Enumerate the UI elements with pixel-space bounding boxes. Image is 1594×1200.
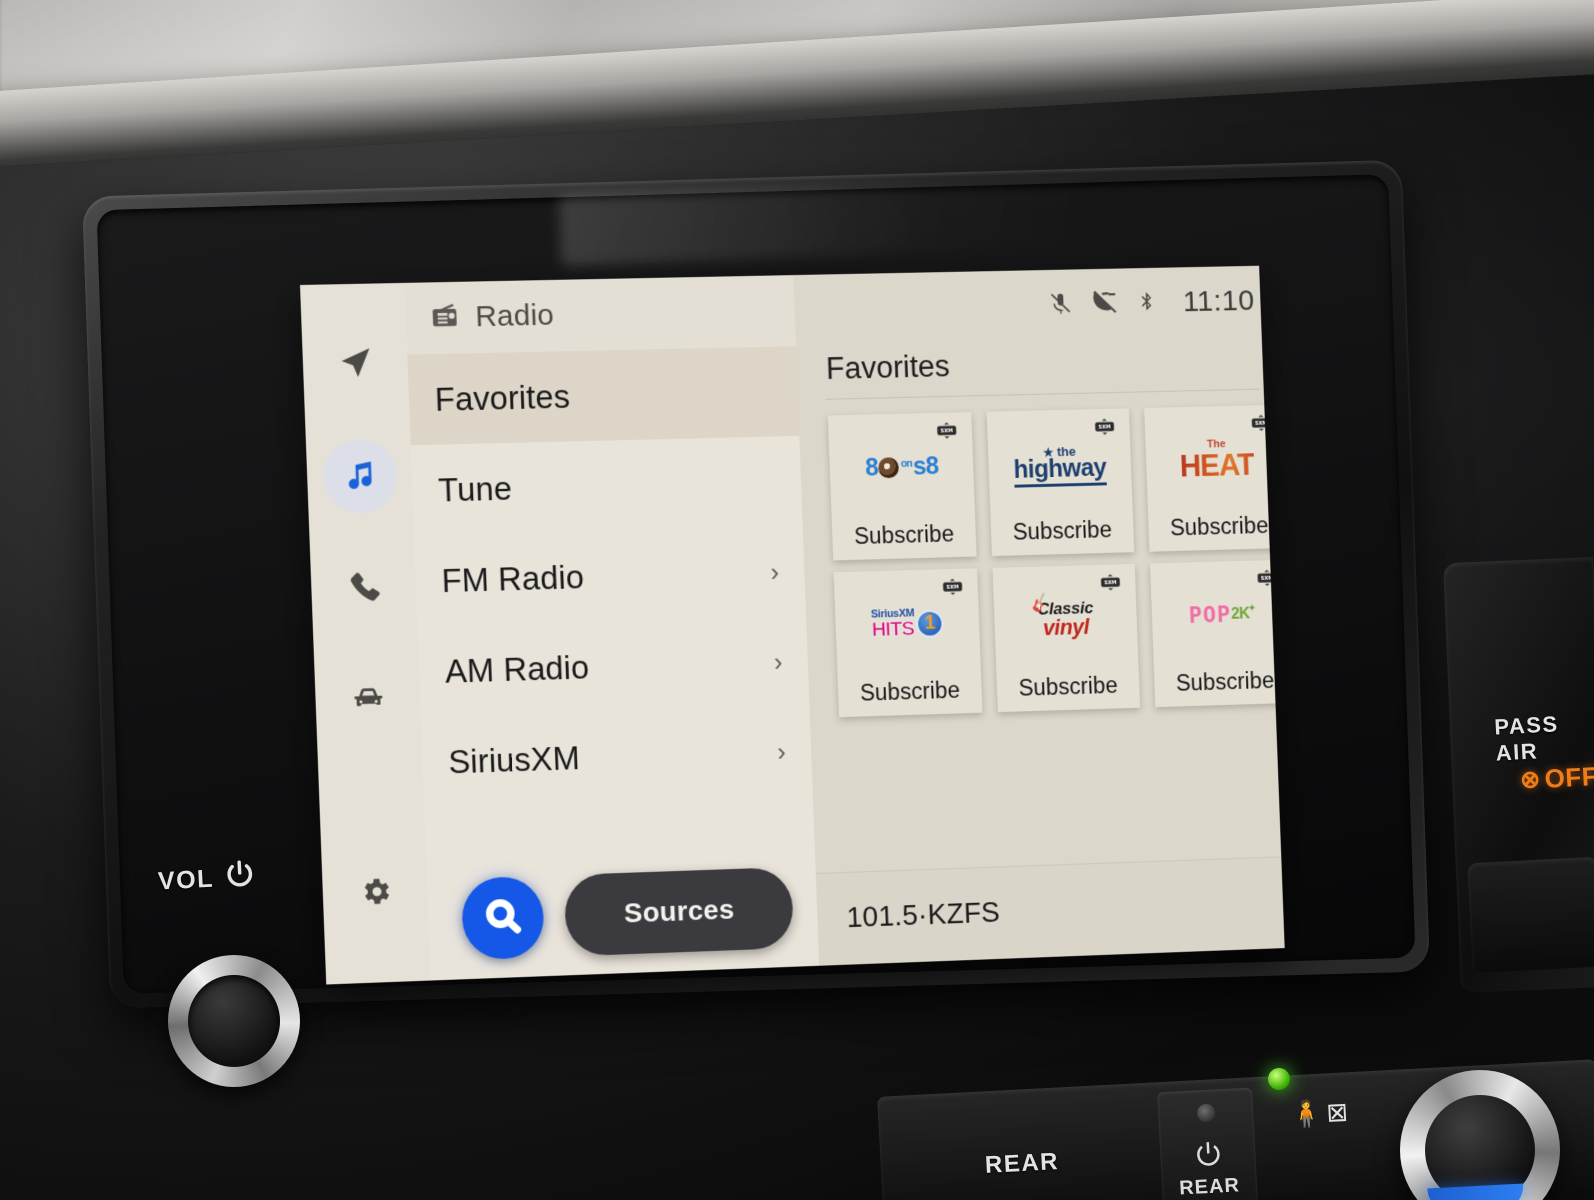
station-logo: 8 on s 8 bbox=[828, 412, 975, 523]
seat-heater-icon: 🧍 bbox=[1289, 1097, 1324, 1130]
logo-text-part: 8 bbox=[924, 452, 939, 481]
rear-power-button[interactable]: REAR bbox=[1157, 1087, 1258, 1200]
volume-label-group: VOL bbox=[157, 857, 257, 901]
volume-label: VOL bbox=[157, 864, 215, 896]
right-air-vent bbox=[1467, 856, 1594, 974]
clock: 11:10 bbox=[1182, 284, 1256, 319]
list-item-label: SiriusXM bbox=[447, 738, 581, 780]
list-item-tune[interactable]: Tune bbox=[411, 436, 803, 536]
phone-handset-icon bbox=[346, 568, 381, 608]
list-item-label: Tune bbox=[437, 469, 513, 508]
logo-text-part: highway bbox=[1013, 453, 1108, 488]
station-logo: The HEAT bbox=[1144, 405, 1285, 515]
infotainment-screen[interactable]: Radio Favorites Tune FM Radio › AM Radio… bbox=[300, 265, 1285, 985]
sources-button[interactable]: Sources bbox=[563, 866, 795, 957]
list-item-fm-radio[interactable]: FM Radio › bbox=[414, 526, 806, 627]
subscribe-label[interactable]: Subscribe bbox=[860, 677, 961, 707]
source-list-title: Radio bbox=[474, 298, 555, 334]
music-note-icon bbox=[342, 457, 377, 497]
airbag-off-symbol-icon: ⊗ bbox=[1519, 765, 1542, 794]
sources-button-label: Sources bbox=[623, 893, 735, 929]
logo-text-part: vinyl bbox=[1042, 614, 1090, 641]
pass-air-label: PASS AIR bbox=[1493, 711, 1560, 766]
source-bottom-bar: Sources bbox=[426, 847, 819, 980]
station-logo: POP 2K ✦ bbox=[1150, 560, 1285, 671]
list-item-label: FM Radio bbox=[440, 557, 585, 599]
sidebar-item-phone[interactable] bbox=[326, 550, 402, 626]
sidebar-item-media[interactable] bbox=[321, 438, 398, 515]
mic-muted-icon bbox=[1048, 289, 1072, 322]
radio-icon bbox=[429, 300, 460, 335]
subscribe-label[interactable]: Subscribe bbox=[854, 521, 955, 550]
chevron-right-icon: › bbox=[769, 556, 780, 587]
sidebar-item-settings[interactable] bbox=[337, 855, 413, 931]
logo-text-part: HITS bbox=[871, 617, 915, 641]
logo-text-part: on bbox=[900, 457, 913, 470]
favorites-grid: SXM 8 on s 8 Subscribe SXM ★ the highway… bbox=[798, 389, 1285, 873]
subscribe-label[interactable]: Subscribe bbox=[1175, 667, 1274, 696]
list-item-label: AM Radio bbox=[444, 648, 590, 690]
station-logo: 🎸 Classic vinyl bbox=[992, 564, 1138, 675]
gear-icon bbox=[358, 874, 393, 914]
content-pane: 11:10 Favorites SXM 8 on s 8 Subscribe S… bbox=[793, 265, 1285, 966]
favorite-tile-the-highway[interactable]: SXM ★ the highway Subscribe bbox=[986, 408, 1135, 557]
logo-text-part: POP bbox=[1188, 601, 1232, 629]
call-muted-icon bbox=[1090, 288, 1118, 321]
sidebar-item-vehicle[interactable] bbox=[330, 662, 406, 738]
search-icon bbox=[482, 895, 523, 941]
rear-label: REAR bbox=[984, 1148, 1060, 1179]
power-icon bbox=[223, 857, 257, 898]
volume-knob[interactable] bbox=[168, 955, 300, 1087]
favorite-tile-classic-vinyl[interactable]: SXM 🎸 Classic vinyl Subscribe bbox=[992, 563, 1141, 713]
logo-text-part: 8 bbox=[864, 453, 879, 482]
list-item-am-radio[interactable]: AM Radio › bbox=[418, 615, 810, 717]
list-item-siriusxm[interactable]: SiriusXM › bbox=[421, 705, 813, 808]
logo-text-part: HEAT bbox=[1179, 446, 1255, 483]
now-playing-bar[interactable]: 101.5·KZFS bbox=[815, 855, 1285, 966]
passenger-airbag-off-indicator: ⊗ OFF 🪑 bbox=[1519, 759, 1594, 796]
navigation-arrow-icon bbox=[338, 345, 373, 385]
station-logo: ★ the highway bbox=[987, 408, 1133, 518]
vinyl-disc-icon bbox=[878, 457, 900, 479]
seat-disabled-icon: ⊠ bbox=[1325, 1096, 1349, 1128]
list-item-favorites[interactable]: Favorites bbox=[407, 346, 800, 446]
logo-text-part: 1 bbox=[916, 609, 945, 638]
logo-text-part: s bbox=[912, 452, 927, 481]
power-icon bbox=[1192, 1138, 1224, 1175]
subscribe-label[interactable]: Subscribe bbox=[1170, 512, 1269, 541]
source-list: Favorites Tune FM Radio › AM Radio › Sir… bbox=[407, 346, 812, 808]
button-indicator-dot bbox=[1196, 1103, 1216, 1123]
favorite-tile-pop2k[interactable]: SXM POP 2K ✦ Subscribe bbox=[1149, 559, 1285, 708]
sparkle-icon: ✦ bbox=[1247, 601, 1257, 614]
chevron-right-icon: › bbox=[776, 736, 787, 767]
now-playing-label: 101.5·KZFS bbox=[846, 896, 1001, 935]
source-list-column: Radio Favorites Tune FM Radio › AM Radio… bbox=[404, 275, 820, 981]
station-logo: SiriusXM HITS 1 bbox=[834, 568, 981, 679]
status-bar: 11:10 bbox=[793, 266, 1282, 346]
airbag-off-label: OFF bbox=[1543, 760, 1594, 794]
favorite-tile-sxm-hits-1[interactable]: SXM SiriusXM HITS 1 Subscribe bbox=[833, 568, 983, 718]
bluetooth-icon bbox=[1136, 287, 1156, 320]
source-list-header: Radio bbox=[404, 275, 796, 355]
favorite-tile-the-heat[interactable]: SXM The HEAT Subscribe bbox=[1144, 404, 1285, 552]
favorite-tile-80s-on-8[interactable]: SXM 8 on s 8 Subscribe bbox=[827, 412, 977, 561]
chevron-right-icon: › bbox=[773, 646, 783, 677]
dashboard-scene: Radio Favorites Tune FM Radio › AM Radio… bbox=[0, 0, 1594, 1200]
nav-rail-spacer bbox=[371, 775, 374, 857]
search-button[interactable] bbox=[460, 875, 545, 961]
subscribe-label[interactable]: Subscribe bbox=[1018, 672, 1118, 702]
list-item-label: Favorites bbox=[434, 377, 571, 418]
rear-button-label: REAR bbox=[1178, 1174, 1241, 1200]
subscribe-label[interactable]: Subscribe bbox=[1012, 517, 1112, 546]
car-icon bbox=[350, 680, 385, 720]
seat-occupant-icons: 🧍 ⊠ bbox=[1289, 1096, 1349, 1130]
sidebar-item-navigation[interactable] bbox=[317, 327, 394, 402]
